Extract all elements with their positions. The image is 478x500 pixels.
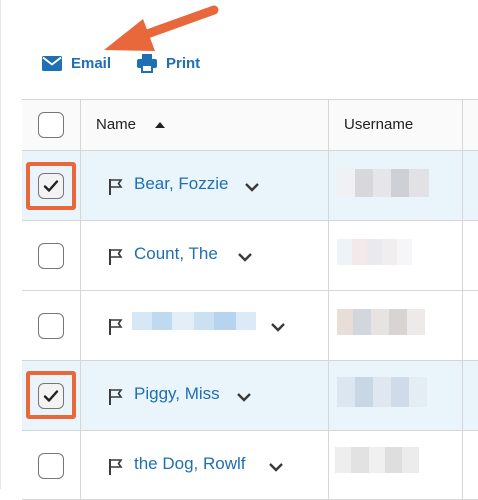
table-row: the Dog, Rowlf [22,430,478,500]
flag-icon[interactable] [108,388,124,406]
column-divider [328,100,329,150]
table-header-row: Name Username [22,99,478,150]
page-edge-divider [0,0,1,489]
chevron-down-icon[interactable] [270,322,286,332]
printer-icon [137,53,157,73]
column-divider [328,361,329,430]
username-redacted [337,309,425,335]
chevron-down-icon[interactable] [244,182,260,192]
column-divider [462,291,463,360]
student-name-redacted[interactable] [132,312,256,330]
flag-icon[interactable] [108,458,124,476]
column-divider [80,100,81,150]
column-divider [80,221,81,290]
row-checkbox[interactable] [38,453,64,479]
username-redacted [335,447,419,473]
student-name-link[interactable]: Piggy, Miss [134,384,220,404]
print-button-label: Print [166,54,201,72]
sort-ascending-icon[interactable] [155,122,165,128]
chevron-down-icon[interactable] [268,462,284,472]
column-divider [462,361,463,430]
username-redacted [337,169,429,197]
column-divider [80,151,81,220]
column-divider [462,100,463,150]
table-row: Count, The [22,220,478,290]
select-all-checkbox[interactable] [38,112,64,138]
student-name-link[interactable]: Bear, Fozzie [134,174,229,194]
column-divider [80,361,81,430]
table-row: Bear, Fozzie [22,150,478,220]
checkmark-icon [43,180,59,192]
column-divider [328,291,329,360]
flag-icon[interactable] [108,318,124,336]
column-divider [328,151,329,220]
username-redacted [337,239,412,265]
flag-icon[interactable] [108,248,124,266]
flag-icon[interactable] [108,178,124,196]
row-checkbox[interactable] [38,313,64,339]
row-checkbox[interactable] [38,383,64,409]
envelope-icon [42,55,62,71]
column-divider [462,221,463,290]
chevron-down-icon[interactable] [236,392,252,402]
column-divider [462,151,463,220]
student-name-link[interactable]: the Dog, Rowlf [134,454,246,474]
chevron-down-icon[interactable] [237,252,253,262]
column-header-username[interactable]: Username [344,116,413,133]
table-row [22,290,478,360]
username-redacted [337,377,427,407]
column-divider [80,291,81,360]
email-button-label: Email [71,54,112,72]
checkmark-icon [43,390,59,402]
student-name-link[interactable]: Count, The [134,244,218,264]
row-checkbox[interactable] [38,243,64,269]
row-checkbox[interactable] [38,173,64,199]
email-button[interactable]: Email [42,52,111,74]
column-header-name[interactable]: Name [96,116,136,133]
column-divider [328,221,329,290]
print-button[interactable]: Print [137,52,200,74]
table-row: Piggy, Miss [22,360,478,430]
